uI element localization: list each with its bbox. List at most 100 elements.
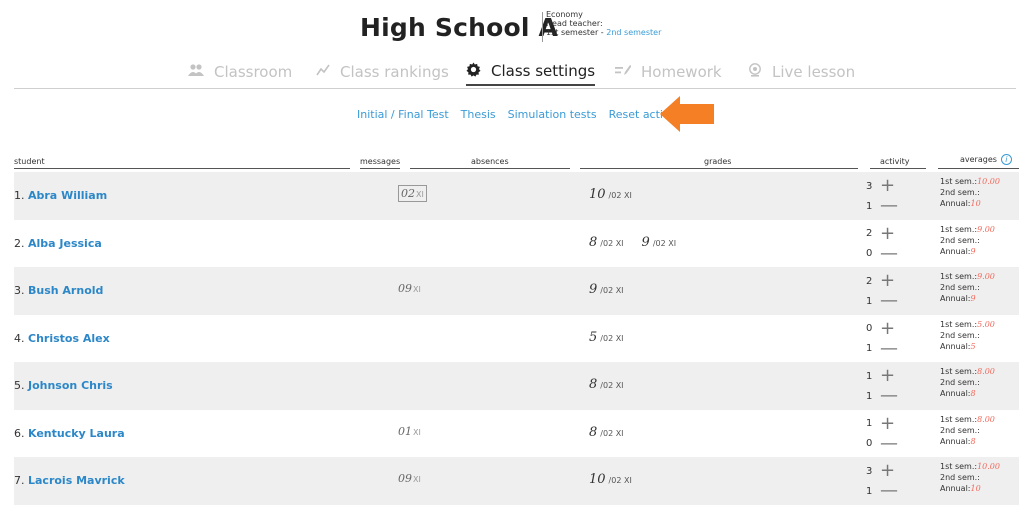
absence-month: XI bbox=[413, 285, 421, 294]
absence-month: XI bbox=[413, 475, 421, 484]
grade-date: /02 XI bbox=[600, 428, 624, 438]
sem1-average: 5.00 bbox=[977, 319, 995, 329]
tab-classroom[interactable]: Classroom bbox=[188, 58, 292, 86]
sem1-label: 1st sem.: bbox=[940, 272, 978, 281]
grade-entry[interactable]: 8/02 XI bbox=[589, 235, 624, 250]
annual-average: 8 bbox=[970, 436, 976, 446]
semester-2-link[interactable]: 2nd semester bbox=[606, 28, 661, 37]
link-initial-final-test[interactable]: Initial / Final Test bbox=[357, 108, 449, 124]
averages-cell: 1st sem.:8.00 2nd sem.: Annual:8 bbox=[940, 414, 995, 447]
averages-cell: 1st sem.:9.00 2nd sem.: Annual:9 bbox=[940, 271, 995, 304]
grade-entry[interactable]: 9/02 XI bbox=[589, 282, 624, 297]
tab-live-lesson[interactable]: Live lesson bbox=[748, 58, 855, 86]
table-row: 2. Alba Jessica 8/02 XI 9/02 XI 2 + 0— 1st… bbox=[14, 220, 1019, 268]
link-simulation-tests[interactable]: Simulation tests bbox=[508, 108, 597, 124]
student-name-link[interactable]: Kentucky Laura bbox=[28, 427, 125, 440]
activity-minus-button[interactable]: — bbox=[880, 339, 898, 357]
activity-plus-button[interactable]: + bbox=[880, 272, 895, 290]
student-index: 3. bbox=[14, 284, 25, 297]
grades-cell: 8/02 XI bbox=[589, 425, 624, 440]
grades-cell: 8/02 XI 9/02 XI bbox=[589, 235, 676, 250]
tab-class-rankings[interactable]: Class rankings bbox=[316, 58, 449, 86]
sem2-label: 2nd sem.: bbox=[940, 425, 980, 435]
averages-cell: 1st sem.:10.00 2nd sem.: Annual:10 bbox=[940, 461, 1000, 494]
school-meta: Economy Head teacher: 1st semester - 2nd… bbox=[546, 10, 661, 37]
student-name-link[interactable]: Bush Arnold bbox=[28, 284, 103, 297]
head-teacher-label: Head teacher: bbox=[546, 19, 603, 28]
tab-homework[interactable]: Homework bbox=[615, 58, 722, 86]
col-activity: activity bbox=[880, 157, 910, 166]
table-header: student messages absences grades activit… bbox=[14, 153, 1019, 169]
student-cell: 2. Alba Jessica bbox=[14, 237, 102, 250]
activity-cell: 1 + 0 — bbox=[866, 414, 906, 454]
grade-value: 5 bbox=[589, 329, 598, 345]
activity-minus-count: 1 bbox=[866, 295, 873, 307]
tabs-divider bbox=[14, 88, 1016, 89]
grade-date: /02 XI bbox=[600, 381, 624, 390]
activity-plus-button[interactable]: + bbox=[880, 367, 895, 385]
activity-minus-count: 0 bbox=[866, 248, 873, 259]
grades-cell: 5/02 XI bbox=[589, 330, 624, 345]
absence-entry[interactable]: 09XI bbox=[398, 282, 421, 295]
activity-minus-button[interactable]: — bbox=[880, 482, 898, 500]
activity-minus-button[interactable]: — bbox=[880, 434, 898, 452]
activity-plus-button[interactable]: + bbox=[880, 414, 895, 432]
link-thesis[interactable]: Thesis bbox=[461, 108, 496, 124]
absence-entry[interactable]: 02XI bbox=[398, 185, 427, 202]
school-name: High School A bbox=[360, 13, 559, 42]
table-row: 3. Bush Arnold 09XI 9/02 XI 2 + 1 — 1st se… bbox=[14, 267, 1019, 315]
tab-class-settings[interactable]: Class settings bbox=[466, 58, 596, 86]
info-icon[interactable]: i bbox=[1000, 154, 1012, 165]
activity-plus-count: 3 bbox=[866, 465, 873, 477]
trend-icon bbox=[316, 63, 330, 81]
student-name-link[interactable]: Abra William bbox=[28, 189, 107, 202]
averages-cell: 1st sem.:9.00 2nd sem.: Annual:9 bbox=[940, 224, 995, 257]
activity-cell: 1 + 1 — bbox=[866, 366, 906, 406]
grade-value: 8 bbox=[589, 234, 598, 250]
activity-minus-button[interactable]: — bbox=[880, 244, 898, 262]
activity-minus-button[interactable]: — bbox=[880, 292, 898, 310]
grade-value: 9 bbox=[589, 282, 598, 297]
grade-date: /02 XI bbox=[600, 238, 624, 248]
student-name-link[interactable]: Christos Alex bbox=[28, 332, 110, 345]
activity-minus-count: 0 bbox=[866, 438, 873, 449]
student-name-link[interactable]: Alba Jessica bbox=[28, 237, 102, 250]
activity-plus-button[interactable]: + bbox=[880, 177, 895, 195]
absence-day: 09 bbox=[398, 282, 412, 295]
grade-value: 10 bbox=[589, 187, 606, 202]
grade-entry[interactable]: 10/02 XI bbox=[589, 187, 632, 202]
grade-entry[interactable]: 5/02 XI bbox=[589, 330, 624, 345]
activity-cell: 3 + 1 — bbox=[866, 461, 906, 501]
grade-entry[interactable]: 10/02 XI bbox=[589, 472, 632, 487]
activity-plus-button[interactable]: + bbox=[880, 224, 895, 242]
student-name-link[interactable]: Johnson Chris bbox=[28, 379, 113, 392]
students-table: 1. Abra William 02XI 10/02 XI 3 + 1— 1st … bbox=[14, 172, 1019, 505]
annual-average: 9 bbox=[970, 246, 976, 256]
activity-minus-button[interactable]: — bbox=[880, 387, 898, 405]
table-row: 5. Johnson Chris 8/02 XI 1 + 1 — 1st sem.:… bbox=[14, 362, 1019, 410]
grade-entry[interactable]: 9/02 XI bbox=[642, 235, 677, 250]
absence-entry[interactable]: 09XI bbox=[398, 472, 421, 485]
grade-date: /02 XI bbox=[600, 333, 624, 343]
grade-entry[interactable]: 8/02 XI bbox=[589, 425, 624, 440]
annual-average: 10 bbox=[970, 484, 981, 493]
absence-entry[interactable]: 01XI bbox=[398, 425, 421, 438]
activity-plus-count: 1 bbox=[866, 418, 873, 429]
grade-entry[interactable]: 8/02 XI bbox=[589, 377, 624, 392]
grade-value: 8 bbox=[589, 377, 598, 392]
activity-minus-button[interactable]: — bbox=[880, 197, 898, 215]
annual-average: 9 bbox=[970, 294, 976, 303]
col-averages: averages i bbox=[960, 154, 1012, 165]
sem1-label: 1st sem.: bbox=[940, 462, 978, 471]
sem2-label: 2nd sem.: bbox=[940, 283, 980, 292]
grade-date: /02 XI bbox=[608, 476, 632, 485]
activity-plus-button[interactable]: + bbox=[880, 462, 895, 480]
semester-switch: 1st semester - 2nd semester bbox=[546, 28, 661, 37]
student-name-link[interactable]: Lacrois Mavrick bbox=[28, 474, 125, 487]
table-row: 1. Abra William 02XI 10/02 XI 3 + 1 — 1st … bbox=[14, 172, 1019, 220]
grade-value: 9 bbox=[641, 234, 650, 250]
activity-plus-button[interactable]: + bbox=[880, 319, 895, 337]
sem1-label: 1st sem.: bbox=[940, 414, 978, 424]
sem1-average: 8.00 bbox=[977, 367, 995, 376]
header-divider bbox=[542, 12, 543, 42]
